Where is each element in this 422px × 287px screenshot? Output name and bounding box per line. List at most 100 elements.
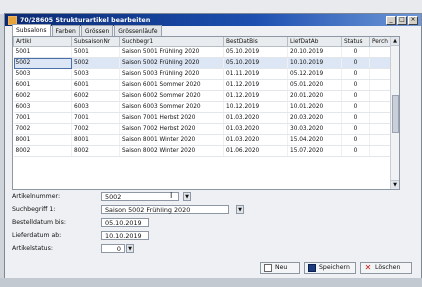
- cell-perch: [369, 123, 392, 135]
- cell-liefdatab: 20.03.2020: [287, 112, 342, 124]
- suchbegriff-input[interactable]: Saison 5002 Frühling 2020: [101, 205, 229, 214]
- scroll-up-icon[interactable]: ▲: [391, 37, 399, 46]
- cell-suchbegriff: Saison 8002 Winter 2020: [119, 145, 224, 157]
- save-button[interactable]: Speichern: [304, 262, 356, 274]
- table-row[interactable]: 7002 7002 Saison 7002 Herbst 2020 01.03.202…: [13, 123, 392, 135]
- artikelnummer-dropdown-icon[interactable]: ▼: [183, 192, 191, 201]
- status-bar: [0, 278, 422, 287]
- grid-vertical-scrollbar[interactable]: ▲ ▼: [390, 37, 399, 189]
- maximize-button[interactable]: □: [397, 16, 407, 25]
- cell-liefdatab: 20.10.2019: [287, 46, 342, 58]
- cell-subsaisonnr: 7001: [71, 112, 120, 124]
- table-row[interactable]: 6002 6002 Saison 6002 Sommer 2020 01.12.201…: [13, 90, 392, 102]
- cell-suchbegriff: Saison 5001 Frühling 2020: [119, 46, 224, 58]
- cell-subsaisonnr: 6003: [71, 101, 120, 113]
- cell-artikel: 6003: [13, 101, 72, 113]
- cell-suchbegriff: Saison 6002 Sommer 2020: [119, 90, 224, 102]
- table-row[interactable]: 8002 8002 Saison 8002 Winter 2020 01.06.202…: [13, 145, 392, 157]
- text-cursor-icon: Ι: [170, 191, 173, 200]
- cell-liefdatab: 20.01.2020: [287, 90, 342, 102]
- table-row[interactable]: 5003 5003 Saison 5003 Frühling 2020 01.11.2…: [13, 68, 392, 80]
- cell-perch: [369, 134, 392, 146]
- new-button[interactable]: Neu: [260, 262, 300, 274]
- cell-bestdatbis: 01.03.2020: [223, 112, 288, 124]
- cell-suchbegriff: Saison 6001 Sommer 2020: [119, 79, 224, 91]
- artikelstatus-input[interactable]: 0: [101, 244, 125, 253]
- cell-perch: [369, 79, 392, 91]
- save-disk-icon: [308, 264, 316, 272]
- suchbegriff-dropdown-icon[interactable]: ▼: [236, 205, 244, 214]
- cell-artikel: 6001: [13, 79, 72, 91]
- table-row[interactable]: 6001 6001 Saison 6001 Sommer 2020 01.12.201…: [13, 79, 392, 91]
- window-title: 70/28605 Strukturartikel bearbeiten: [20, 16, 151, 24]
- artikelstatus-dropdown-icon[interactable]: ▼: [126, 244, 134, 253]
- cell-artikel: 5002: [13, 57, 72, 69]
- cell-perch: [369, 68, 392, 80]
- table-row[interactable]: 6003 6003 Saison 6003 Sommer 2020 10.12.201…: [13, 101, 392, 113]
- minimize-button[interactable]: _: [386, 16, 396, 25]
- column-header-artikel[interactable]: Artikl: [13, 37, 72, 47]
- cell-status: 0: [341, 57, 370, 69]
- cell-liefdatab: 05.12.2019: [287, 68, 342, 80]
- new-button-label: Neu: [275, 264, 288, 271]
- column-header-perch[interactable]: Perch: [369, 37, 392, 47]
- cell-suchbegriff: Saison 7002 Herbst 2020: [119, 123, 224, 135]
- cell-suchbegriff: Saison 8001 Winter 2020: [119, 134, 224, 146]
- cell-artikel: 8001: [13, 134, 72, 146]
- cell-subsaisonnr: 6002: [71, 90, 120, 102]
- cell-subsaisonnr: 8002: [71, 145, 120, 157]
- table-row[interactable]: 8001 8001 Saison 8001 Winter 2020 01.03.202…: [13, 134, 392, 146]
- table-row[interactable]: 7001 7001 Saison 7001 Herbst 2020 01.03.202…: [13, 112, 392, 124]
- cell-liefdatab: 05.01.2020: [287, 79, 342, 91]
- cell-perch: [369, 145, 392, 157]
- cell-perch: [369, 101, 392, 113]
- cell-liefdatab: 15.07.2020: [287, 145, 342, 157]
- subsaison-grid: Artikl SubsaisonNr Suchbegr1 BestDatBis …: [12, 36, 400, 190]
- cell-subsaisonnr: 8001: [71, 134, 120, 146]
- cell-suchbegriff: Saison 5003 Frühling 2020: [119, 68, 224, 80]
- cell-bestdatbis: 05.10.2019: [223, 57, 288, 69]
- cell-liefdatab: 10.10.2019: [287, 57, 342, 69]
- column-header-liefdatab[interactable]: LiefDatAb: [287, 37, 342, 47]
- cell-status: 0: [341, 101, 370, 113]
- table-row[interactable]: 5002 5002 Saison 5002 Frühling 2020 05.10.2…: [13, 57, 392, 69]
- cell-suchbegriff: Saison 7001 Herbst 2020: [119, 112, 224, 124]
- column-header-suchbegriff[interactable]: Suchbegr1: [119, 37, 224, 47]
- cell-bestdatbis: 01.12.2019: [223, 90, 288, 102]
- artikelstatus-label: Artikelstatus:: [12, 245, 53, 252]
- bestelldatum-input[interactable]: 05.10.2019: [101, 218, 149, 227]
- cell-liefdatab: 10.01.2020: [287, 101, 342, 113]
- scroll-down-icon[interactable]: ▼: [391, 180, 399, 189]
- cell-artikel: 7001: [13, 112, 72, 124]
- save-button-label: Speichern: [319, 264, 350, 271]
- subsaison-table: Artikl SubsaisonNr Suchbegr1 BestDatBis …: [13, 37, 392, 157]
- cell-perch: [369, 46, 392, 58]
- bestelldatum-label: Bestelldatum bis:: [12, 219, 66, 226]
- cell-bestdatbis: 05.10.2019: [223, 46, 288, 58]
- column-header-status[interactable]: Status: [341, 37, 370, 47]
- cell-status: 0: [341, 123, 370, 135]
- cell-subsaisonnr: 6001: [71, 79, 120, 91]
- cell-status: 0: [341, 112, 370, 124]
- cell-artikel: 5001: [13, 46, 72, 58]
- cell-status: 0: [341, 46, 370, 58]
- table-row[interactable]: 5001 5001 Saison 5001 Frühling 2020 05.10.2…: [13, 46, 392, 58]
- artikelnummer-label: Artikelnummer:: [12, 193, 61, 200]
- window-controls: _ □ ×: [386, 16, 418, 25]
- cell-status: 0: [341, 68, 370, 80]
- artikelnummer-input[interactable]: 5002: [101, 192, 179, 201]
- close-button[interactable]: ×: [408, 16, 418, 25]
- scroll-thumb[interactable]: [392, 95, 399, 133]
- background-strip: [0, 0, 422, 14]
- delete-button[interactable]: ✕ Löschen: [360, 262, 412, 274]
- cell-status: 0: [341, 134, 370, 146]
- cell-subsaisonnr: 7002: [71, 123, 120, 135]
- cell-status: 0: [341, 79, 370, 91]
- column-header-subsaisonnr[interactable]: SubsaisonNr: [71, 37, 120, 47]
- column-header-bestdatbis[interactable]: BestDatBis: [223, 37, 288, 47]
- table-body: 5001 5001 Saison 5001 Frühling 2020 05.10.2…: [13, 46, 392, 157]
- lieferdatum-input[interactable]: 10.10.2019: [101, 231, 149, 240]
- delete-x-icon: ✕: [364, 263, 372, 272]
- cell-perch: [369, 90, 392, 102]
- cell-artikel: 6002: [13, 90, 72, 102]
